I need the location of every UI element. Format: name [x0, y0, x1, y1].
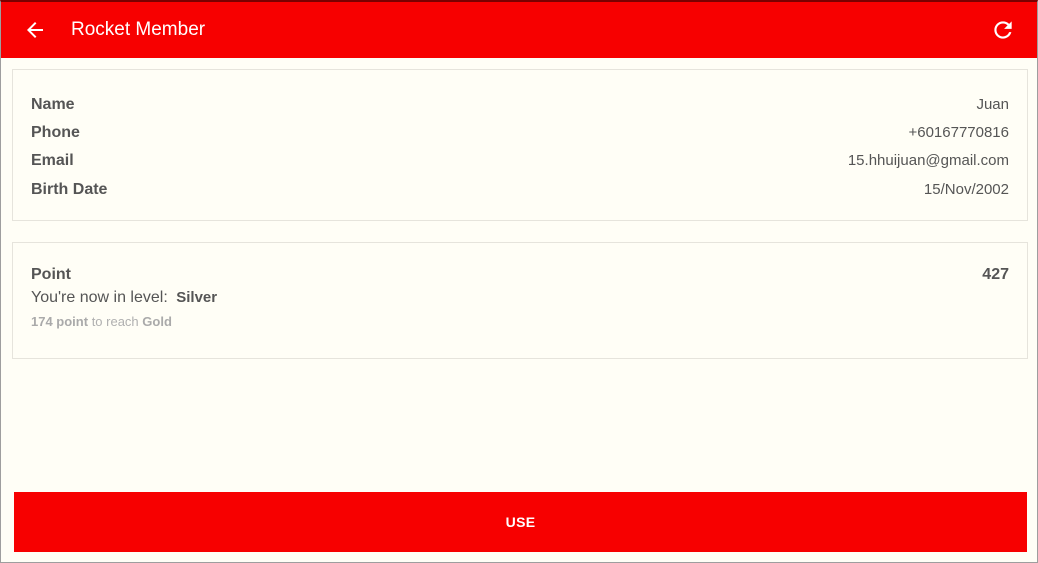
level-line: You're now in level: Silver: [31, 287, 217, 309]
phone-row: Phone +60167770816: [31, 122, 1009, 144]
birth-date-value: 15/Nov/2002: [923, 181, 1009, 198]
email-row: Email 15.hhuijuan@gmail.com: [31, 150, 1009, 172]
level-prefix: You're now in level:: [31, 289, 168, 306]
next-level-name: Gold: [142, 314, 172, 329]
next-level-hint: 174 point to reach Gold: [31, 313, 172, 331]
point-value: 427: [982, 266, 1009, 283]
name-row: Name Juan: [31, 94, 1009, 116]
points-card: Point 427 You're now in level: Silver 17…: [12, 242, 1028, 359]
phone-label: Phone: [31, 124, 80, 141]
refresh-icon: [994, 21, 1012, 39]
app-bar: Rocket Member: [1, 2, 1037, 58]
name-label: Name: [31, 96, 75, 113]
level-name: Silver: [176, 289, 218, 306]
birth-date-label: Birth Date: [31, 181, 108, 198]
point-label: Point: [31, 266, 71, 283]
back-button[interactable]: [21, 16, 49, 44]
reach-text: to reach: [88, 314, 143, 329]
email-value: 15.hhuijuan@gmail.com: [847, 152, 1009, 169]
name-value: Juan: [976, 96, 1009, 113]
refresh-button[interactable]: [989, 16, 1017, 44]
page-title: Rocket Member: [71, 19, 206, 40]
arrow-left-icon: [27, 22, 43, 38]
use-button[interactable]: USE: [14, 492, 1027, 552]
reach-amount: 174 point: [31, 314, 89, 329]
email-label: Email: [31, 152, 74, 169]
phone-value: +60167770816: [908, 124, 1009, 141]
profile-card: Name Juan Phone +60167770816 Email 15.hh…: [12, 69, 1028, 221]
app-window: Rocket Member Name Juan Phone +601677708…: [0, 0, 1038, 563]
birth-date-row: Birth Date 15/Nov/2002: [31, 179, 1009, 201]
